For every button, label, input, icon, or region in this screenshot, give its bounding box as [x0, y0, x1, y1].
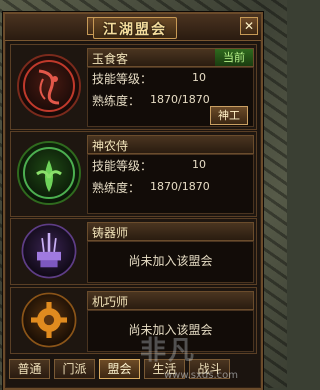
- craft-button[interactable]: 神工: [210, 106, 248, 125]
- guild-name: 机巧师: [92, 295, 129, 309]
- guild-section-mechanist[interactable]: 机巧师 尚未加入该盟会: [10, 287, 257, 354]
- tab-normal[interactable]: 普通: [9, 359, 50, 379]
- tab-sect[interactable]: 门派: [54, 359, 95, 379]
- skill-level-label: 技能等级：: [92, 159, 153, 173]
- watermark-url: www.sxds.com: [164, 370, 239, 381]
- guild-name: 玉食客: [92, 52, 129, 66]
- watermark: 非凡: [140, 336, 197, 366]
- current-badge: 当前: [215, 49, 253, 66]
- smith-emblem-icon: [21, 223, 77, 279]
- guild-name-bar: 铸器师: [87, 222, 254, 241]
- herbalist-emblem-icon: [17, 141, 81, 205]
- proficiency-label: 熟练度：: [92, 181, 141, 195]
- proficiency-value: 1870/1870: [150, 180, 210, 193]
- guild-panel: ? 江湖盟会 ✕ 玉食客 当前 技能等级： 10 熟练度： 1870/1870: [3, 12, 263, 390]
- proficiency-value: 1870/1870: [150, 93, 210, 106]
- guild-name-bar: 玉食客 当前: [87, 48, 254, 67]
- title-plate: 江湖盟会: [93, 17, 177, 39]
- guild-info: 技能等级： 10 熟练度： 1870/1870: [87, 154, 254, 214]
- skill-level-value: 10: [192, 158, 206, 171]
- proficiency-label: 熟练度：: [92, 94, 141, 108]
- guild-name: 神农侍: [92, 139, 129, 153]
- close-button[interactable]: ✕: [240, 17, 258, 35]
- skill-level-label: 技能等级：: [92, 72, 153, 86]
- not-joined-text: 尚未加入该盟会: [128, 254, 213, 268]
- guild-name-bar: 机巧师: [87, 291, 254, 310]
- guild-name: 铸器师: [92, 226, 129, 240]
- guild-info: 尚未加入该盟会: [87, 241, 254, 283]
- guild-name-bar: 神农侍: [87, 135, 254, 154]
- chef-emblem-icon: [17, 54, 81, 118]
- tab-guild[interactable]: 盟会: [99, 359, 140, 379]
- title-bar[interactable]: ? 江湖盟会 ✕: [5, 14, 261, 41]
- mechanist-emblem-icon: [21, 292, 77, 348]
- guild-section-herbalist[interactable]: 神农侍 技能等级： 10 熟练度： 1870/1870: [10, 131, 257, 217]
- skill-level-value: 10: [192, 71, 206, 84]
- guild-section-smith[interactable]: 铸器师 尚未加入该盟会: [10, 218, 257, 285]
- window-title: 江湖盟会: [103, 22, 167, 38]
